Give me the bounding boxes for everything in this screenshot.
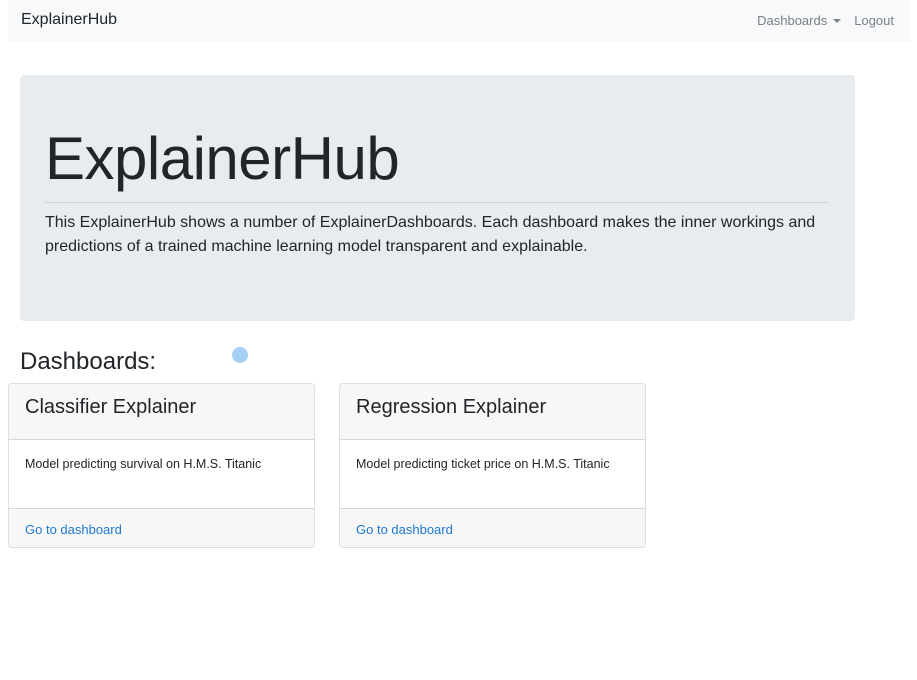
dashboards-heading: Dashboards: bbox=[20, 348, 157, 375]
caret-down-icon bbox=[833, 19, 842, 23]
card-body: Model predicting ticket price on H.M.S. … bbox=[340, 440, 645, 509]
logout-link[interactable]: Logout bbox=[854, 13, 894, 28]
go-to-dashboard-link[interactable]: Go to dashboard bbox=[356, 522, 453, 537]
card-title: Classifier Explainer bbox=[25, 396, 197, 418]
navbar-right: Dashboards Logout bbox=[757, 13, 894, 28]
card-description: Model predicting survival on H.M.S. Tita… bbox=[25, 457, 262, 471]
go-to-dashboard-link[interactable]: Go to dashboard bbox=[25, 522, 122, 537]
dashboards-dropdown-label: Dashboards bbox=[757, 13, 828, 28]
card-description: Model predicting ticket price on H.M.S. … bbox=[356, 457, 610, 471]
card-body: Model predicting survival on H.M.S. Tita… bbox=[9, 440, 314, 509]
navbar-brand[interactable]: ExplainerHub bbox=[21, 11, 117, 29]
card-header: Classifier Explainer bbox=[9, 384, 314, 440]
card-footer: Go to dashboard bbox=[340, 508, 645, 547]
card-footer: Go to dashboard bbox=[9, 508, 314, 547]
card-title: Regression Explainer bbox=[356, 396, 547, 418]
dashboard-card-classifier: Classifier Explainer Model predicting su… bbox=[8, 383, 315, 548]
jumbotron: ExplainerHub This ExplainerHub shows a n… bbox=[20, 75, 855, 321]
dashboard-card-regression: Regression Explainer Model predicting ti… bbox=[339, 383, 646, 548]
cursor-dot-icon bbox=[232, 347, 248, 363]
jumbotron-lead: This ExplainerHub shows a number of Expl… bbox=[45, 214, 816, 255]
page-title: ExplainerHub bbox=[45, 125, 400, 192]
jumbotron-divider bbox=[45, 202, 829, 203]
dashboards-dropdown[interactable]: Dashboards bbox=[757, 13, 842, 28]
card-header: Regression Explainer bbox=[340, 384, 645, 440]
top-navbar: ExplainerHub Dashboards Logout bbox=[8, 0, 910, 42]
